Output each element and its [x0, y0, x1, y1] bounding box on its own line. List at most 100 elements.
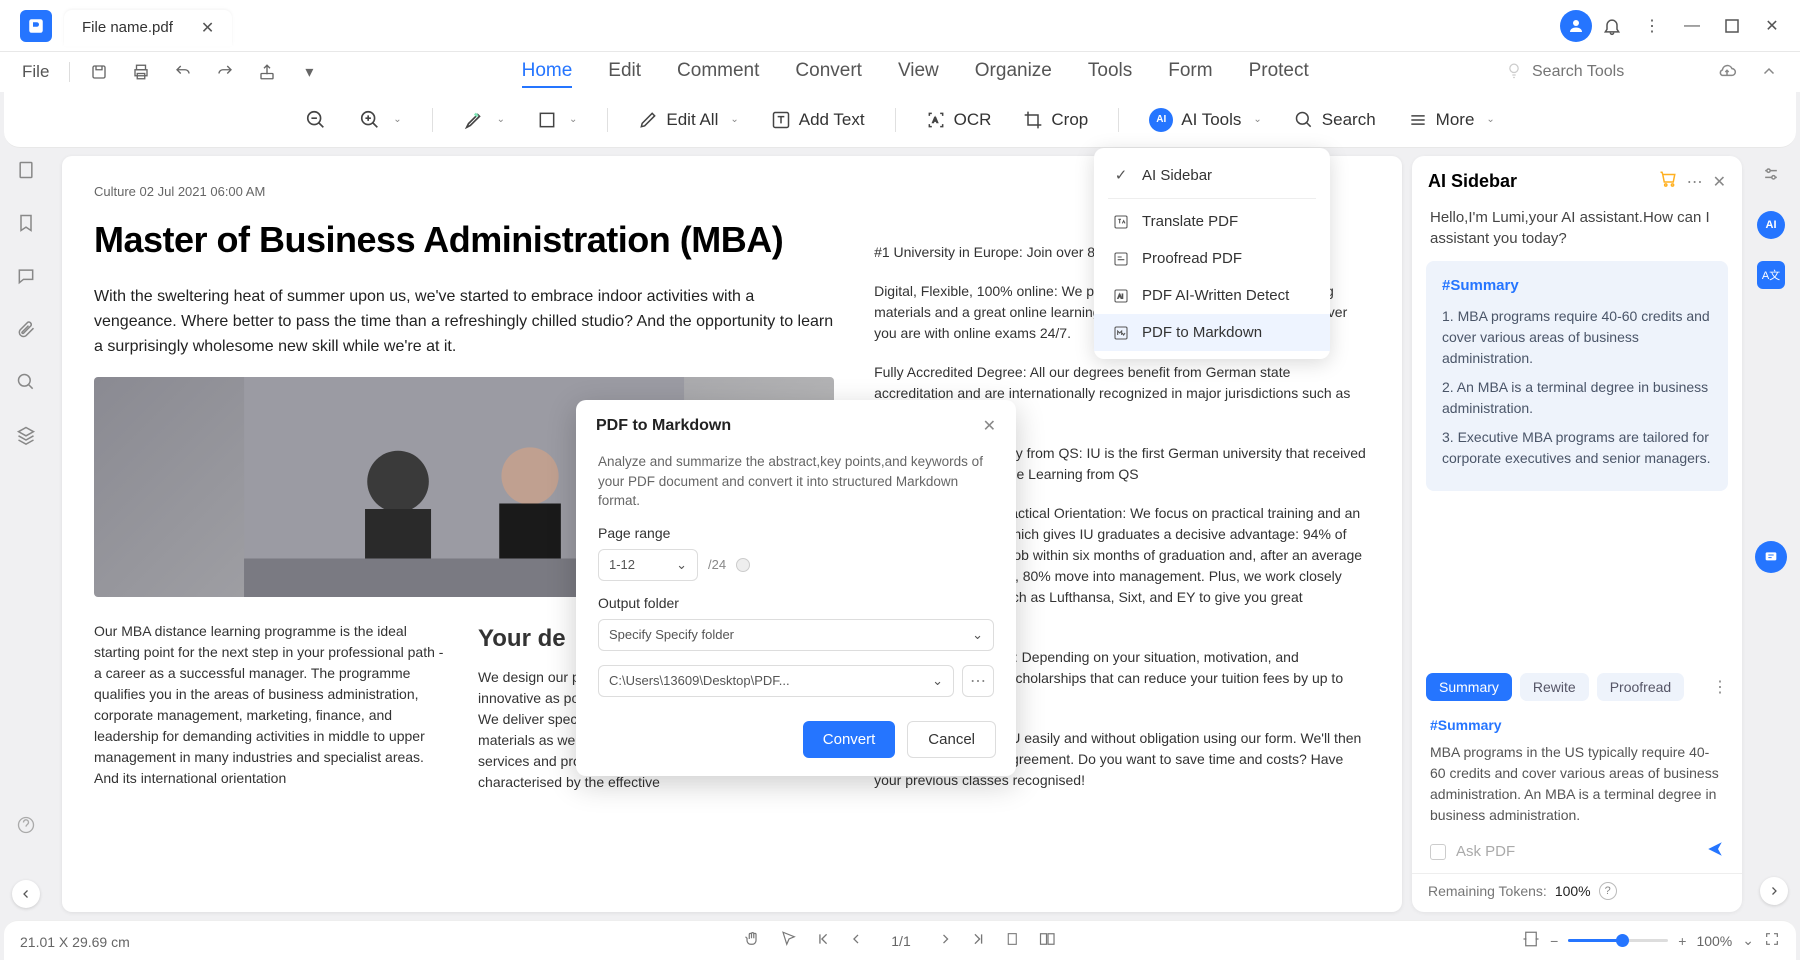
zoom-in-icon[interactable]: + [1678, 933, 1686, 949]
two-page-icon[interactable] [1039, 930, 1057, 951]
dialog-title: PDF to Markdown [596, 417, 731, 435]
highlight-button[interactable]: ⌄ [453, 103, 515, 137]
cloud-icon[interactable] [1710, 55, 1744, 89]
next-page-floating-button[interactable] [1760, 877, 1788, 905]
crop-button[interactable]: Crop [1013, 104, 1098, 136]
nav-tools[interactable]: Tools [1088, 56, 1132, 88]
search-button[interactable]: Search [1284, 104, 1386, 136]
kebab-menu-icon[interactable]: ⋮ [1632, 6, 1672, 46]
ask-pdf-placeholder[interactable]: Ask PDF [1456, 843, 1696, 860]
zoom-dropdown-icon[interactable]: ⌄ [1742, 932, 1754, 949]
collapse-icon[interactable] [1752, 55, 1786, 89]
ask-pdf-checkbox[interactable] [1430, 844, 1446, 860]
undo-icon[interactable] [166, 55, 200, 89]
cancel-button[interactable]: Cancel [907, 721, 996, 758]
app-logo[interactable] [20, 10, 52, 42]
more-quick-icon[interactable]: ▾ [292, 55, 326, 89]
page-range-label: Page range [598, 525, 994, 541]
zoom-in-button[interactable]: ⌄ [349, 103, 411, 137]
convert-button[interactable]: Convert [803, 721, 896, 758]
close-tab-icon[interactable]: ✕ [201, 18, 214, 38]
nav-form[interactable]: Form [1168, 56, 1212, 88]
nav-comment[interactable]: Comment [677, 56, 759, 88]
close-window-icon[interactable]: ✕ [1752, 6, 1792, 46]
fit-width-icon[interactable] [1522, 930, 1540, 951]
first-page-icon[interactable] [815, 931, 831, 950]
more-button[interactable]: More⌄ [1398, 104, 1505, 136]
sidebar-menu-icon[interactable]: ⋯ [1687, 172, 1703, 192]
layers-icon[interactable] [16, 425, 36, 450]
search-tools-input[interactable] [1532, 63, 1672, 81]
dropdown-translate-pdf[interactable]: Translate PDF [1094, 203, 1330, 240]
translate-shortcut-icon[interactable]: A文 [1757, 261, 1785, 289]
notifications-icon[interactable] [1592, 6, 1632, 46]
proofread-icon [1112, 251, 1130, 267]
settings-icon[interactable] [1761, 164, 1781, 189]
nav-home[interactable]: Home [522, 56, 573, 88]
output-path-select[interactable]: C:\Users\13609\Desktop\PDF... ⌄ [598, 665, 954, 697]
comments-icon[interactable] [16, 266, 36, 291]
nav-protect[interactable]: Protect [1249, 56, 1309, 88]
single-page-icon[interactable] [1005, 931, 1021, 950]
separator [1118, 108, 1119, 132]
prev-page-floating-button[interactable] [12, 880, 40, 908]
dropdown-ai-detect[interactable]: AI PDF AI-Written Detect [1094, 277, 1330, 314]
edit-all-button[interactable]: Edit All⌄ [628, 104, 748, 136]
maximize-icon[interactable] [1712, 6, 1752, 46]
output-folder-mode-select[interactable]: Specify Specify folder ⌄ [598, 619, 994, 651]
page-range-select[interactable]: 1-12 ⌄ [598, 549, 698, 581]
zoom-out-button[interactable] [295, 103, 337, 137]
search-panel-icon[interactable] [16, 372, 36, 397]
print-icon[interactable] [124, 55, 158, 89]
prev-page-icon[interactable] [849, 932, 863, 949]
translate-icon [1112, 214, 1130, 230]
shape-button[interactable]: ⌄ [527, 104, 587, 136]
add-text-button[interactable]: Add Text [761, 104, 875, 136]
close-sidebar-icon[interactable]: ✕ [1713, 172, 1726, 192]
bookmarks-icon[interactable] [16, 213, 36, 238]
fullscreen-icon[interactable] [1764, 931, 1780, 950]
tabs-more-icon[interactable]: ⋮ [1712, 677, 1728, 697]
nav-view[interactable]: View [898, 56, 939, 88]
nav-convert[interactable]: Convert [795, 56, 862, 88]
next-page-icon[interactable] [939, 932, 953, 949]
save-icon[interactable] [82, 55, 116, 89]
tab-proofread[interactable]: Proofread [1597, 673, 1684, 701]
browse-folder-button[interactable]: ⋯ [962, 665, 994, 697]
minimize-icon[interactable]: — [1672, 6, 1712, 46]
document-meta: Culture 02 Jul 2021 06:00 AM [94, 184, 834, 199]
ai-tools-button[interactable]: AIAI Tools⌄ [1139, 102, 1272, 138]
tab-rewrite[interactable]: Rewite [1520, 673, 1589, 701]
send-icon[interactable] [1706, 840, 1724, 863]
ai-greeting: Hello,I'm Lumi,your AI assistant.How can… [1412, 207, 1742, 261]
ai-shortcut-icon[interactable]: AI [1757, 211, 1785, 239]
user-avatar[interactable] [1560, 10, 1592, 42]
last-page-icon[interactable] [971, 931, 987, 950]
nav-organize[interactable]: Organize [975, 56, 1052, 88]
cart-icon[interactable] [1659, 170, 1677, 193]
file-menu[interactable]: File [14, 62, 57, 82]
response-heading: #Summary [1430, 715, 1724, 736]
tokens-help-icon[interactable]: ? [1599, 882, 1617, 900]
zoom-out-icon[interactable]: − [1550, 933, 1558, 949]
ocr-button[interactable]: AOCR [916, 104, 1002, 136]
tab-summary[interactable]: Summary [1426, 673, 1512, 701]
redo-icon[interactable] [208, 55, 242, 89]
zoom-slider[interactable] [1568, 939, 1668, 942]
share-icon[interactable] [250, 55, 284, 89]
document-tab[interactable]: File name.pdf ✕ [64, 10, 232, 46]
dropdown-proofread-pdf[interactable]: Proofread PDF [1094, 240, 1330, 277]
page-range-radio[interactable] [736, 558, 750, 572]
page-indicator[interactable]: 1/1 [881, 933, 920, 949]
hand-tool-icon[interactable] [743, 930, 761, 951]
document-title: Master of Business Administration (MBA) [94, 219, 834, 261]
chat-shortcut-icon[interactable] [1755, 541, 1787, 573]
select-tool-icon[interactable] [779, 930, 797, 951]
dropdown-pdf-to-markdown[interactable]: PDF to Markdown [1094, 314, 1330, 351]
attachments-icon[interactable] [16, 319, 36, 344]
dropdown-ai-sidebar[interactable]: ✓ AI Sidebar [1094, 156, 1330, 194]
help-icon[interactable] [16, 815, 36, 840]
thumbnails-icon[interactable] [16, 160, 36, 185]
nav-edit[interactable]: Edit [608, 56, 641, 88]
dialog-close-icon[interactable]: ✕ [983, 416, 996, 436]
